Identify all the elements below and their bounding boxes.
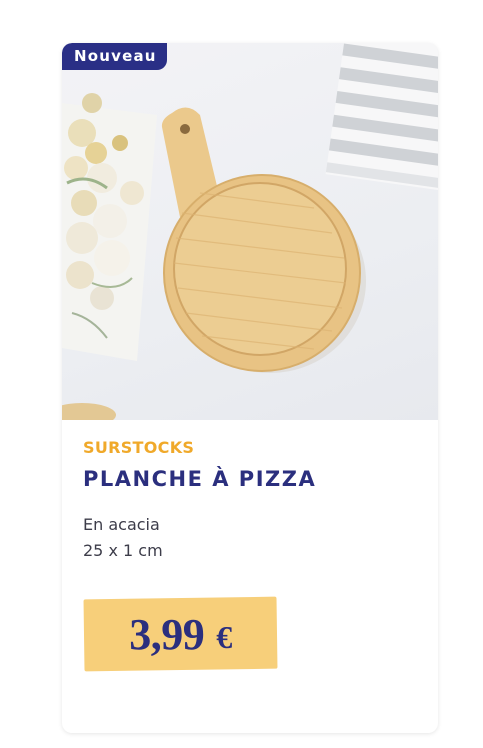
product-size: 25 x 1 cm [83,541,163,560]
product-card[interactable]: Nouveau SURSTOCKS PLANCHE À PIZZA En aca… [62,43,438,733]
product-material: En acacia [83,515,160,534]
price-label: 3,99 € [84,598,277,670]
pizza-board-photo [62,43,438,420]
price-amount: 3,99 [129,609,205,659]
floral-card [62,93,157,361]
striped-box [325,43,438,193]
new-badge: Nouveau [62,43,167,70]
price-currency: € [216,618,232,655]
brand-label: SURSTOCKS [83,438,195,457]
product-image[interactable]: Nouveau [62,43,438,420]
pizza-board [163,174,361,372]
page: Nouveau SURSTOCKS PLANCHE À PIZZA En aca… [0,0,483,748]
product-title[interactable]: PLANCHE À PIZZA [83,467,316,491]
